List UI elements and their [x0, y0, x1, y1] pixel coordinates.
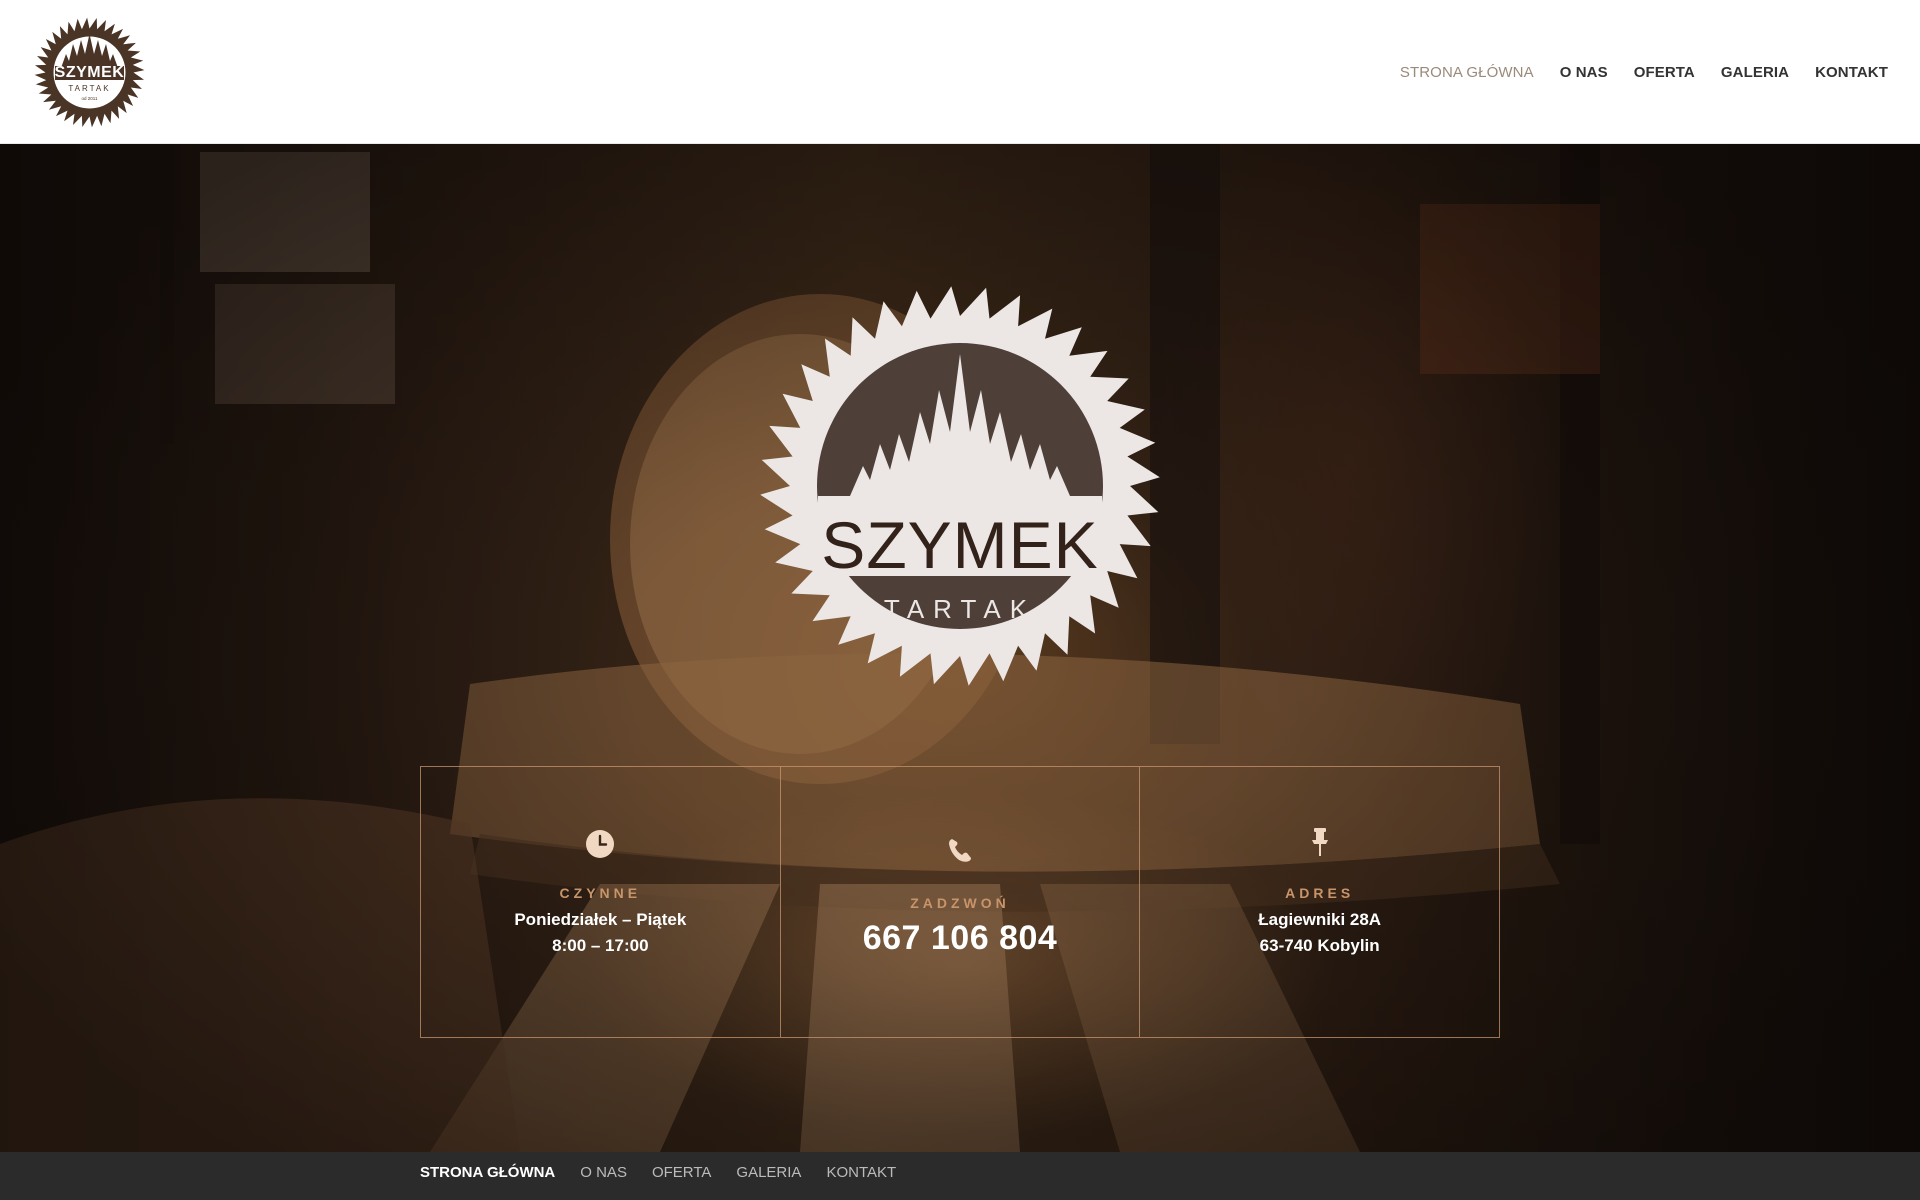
hero-section: SZYMEK TARTAK OD 2011 CZYNNE Poniedziałe… [0, 144, 1920, 1152]
footer-nav-about[interactable]: O NAS [580, 1164, 627, 1181]
svg-text:SZYMEK: SZYMEK [821, 508, 1098, 582]
footer-nav-gallery[interactable]: GALERIA [736, 1164, 801, 1181]
footer-nav-home[interactable]: STRONA GŁÓWNA [420, 1164, 555, 1181]
nav-about[interactable]: O NAS [1560, 64, 1608, 81]
hero-logo: SZYMEK TARTAK OD 2011 [758, 284, 1162, 688]
hours-heading: CZYNNE [559, 885, 642, 901]
phone-icon [945, 835, 975, 865]
nav-offer[interactable]: OFERTA [1634, 64, 1695, 81]
svg-text:TARTAK: TARTAK [884, 594, 1036, 624]
site-footer: STRONA GŁÓWNA O NAS OFERTA GALERIA KONTA… [0, 1152, 1920, 1200]
site-header: SZYMEK TARTAK od 2011 STRONA GŁÓWNA O NA… [0, 0, 1920, 144]
nav-gallery[interactable]: GALERIA [1721, 64, 1789, 81]
nav-home[interactable]: STRONA GŁÓWNA [1400, 64, 1534, 81]
address-heading: ADRES [1285, 885, 1355, 901]
clock-icon [585, 829, 615, 859]
address-box: ADRES Łagiewniki 28A 63-740 Kobylin [1140, 767, 1499, 1037]
address-street: Łagiewniki 28A [1258, 910, 1382, 929]
saw-blade-logo-icon: SZYMEK TARTAK od 2011 [34, 17, 145, 128]
footer-navigation: STRONA GŁÓWNA O NAS OFERTA GALERIA KONTA… [420, 1164, 896, 1181]
svg-text:SZYMEK: SZYMEK [55, 64, 125, 81]
hours-days: Poniedziałek – Piątek [514, 910, 687, 929]
footer-nav-offer[interactable]: OFERTA [652, 1164, 711, 1181]
svg-text:od 2011: od 2011 [82, 96, 98, 101]
pin-icon [1305, 825, 1335, 856]
phone-box: ZADZWOŃ 667 106 804 [781, 767, 1141, 1037]
svg-text:OD 2011: OD 2011 [926, 633, 995, 649]
address-city: 63-740 Kobylin [1259, 936, 1380, 955]
footer-nav-contact[interactable]: KONTAKT [826, 1164, 896, 1181]
phone-heading: ZADZWOŃ [910, 895, 1010, 911]
nav-contact[interactable]: KONTAKT [1815, 64, 1888, 81]
phone-number[interactable]: 667 106 804 [781, 919, 1140, 958]
hours-box: CZYNNE Poniedziałek – Piątek 8:00 – 17:0… [421, 767, 781, 1037]
info-boxes: CZYNNE Poniedziałek – Piątek 8:00 – 17:0… [420, 766, 1500, 1038]
saw-blade-logo-icon: SZYMEK TARTAK OD 2011 [760, 286, 1160, 686]
svg-text:TARTAK: TARTAK [68, 84, 110, 93]
hours-time: 8:00 – 17:00 [552, 936, 649, 955]
main-navigation: STRONA GŁÓWNA O NAS OFERTA GALERIA KONTA… [1400, 60, 1888, 84]
header-logo[interactable]: SZYMEK TARTAK od 2011 [33, 16, 146, 129]
